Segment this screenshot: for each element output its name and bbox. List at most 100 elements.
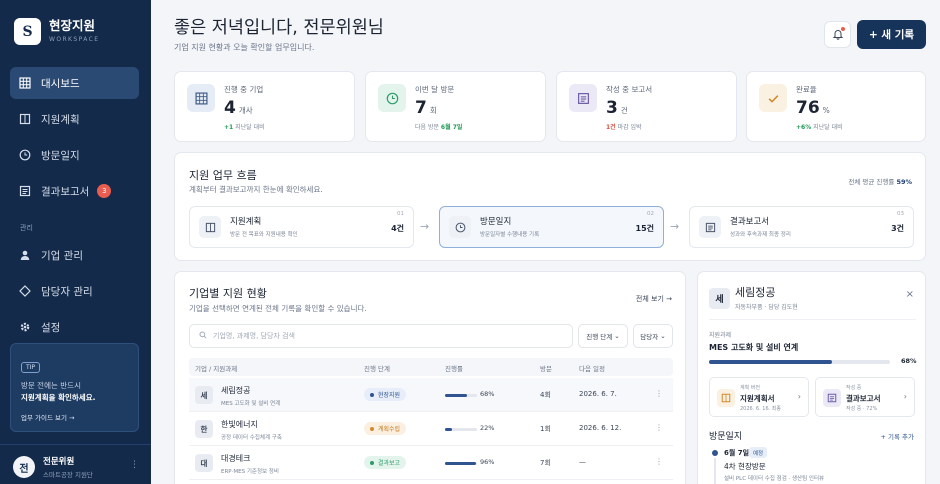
task-progress-percent: 68%	[901, 357, 917, 365]
step-number: 01	[397, 211, 404, 217]
stat-number: 4	[224, 98, 236, 118]
owner-filter-select[interactable]: 담당자 ⌄	[633, 324, 673, 348]
stat-unit: 개사	[238, 106, 253, 115]
new-record-button[interactable]: + 새 기록	[857, 20, 926, 49]
company-task: ERP·MES 기준정보 정비	[221, 469, 279, 475]
avatar: 전	[13, 456, 35, 478]
arrow-right-icon: →	[670, 220, 680, 233]
progress-percent: 22%	[480, 424, 495, 432]
gear-icon	[19, 321, 31, 333]
book-icon	[19, 113, 31, 125]
workflow-title: 지원 업무 흐름	[189, 169, 257, 182]
more-icon[interactable]: ⋮	[655, 457, 663, 466]
more-icon[interactable]: ⋮	[130, 460, 139, 470]
notification-button[interactable]	[824, 21, 851, 48]
filter-label: 담당자	[640, 333, 659, 341]
guide-link[interactable]: 업무 가이드 보기 →	[21, 412, 128, 422]
stat-delta: +1	[224, 124, 234, 131]
more-icon[interactable]: ⋮	[655, 389, 663, 398]
workflow-step-visit[interactable]: 방문일지 방문일자별 수행내용 기록 02 15건	[439, 206, 664, 248]
report-icon	[19, 185, 31, 197]
stat-unit: 회	[429, 106, 437, 115]
nav-item-dashboard[interactable]: 대시보드	[10, 67, 139, 99]
stat-card-visits[interactable]: 이번 달 방문 7회 다음 방문 6월 7일	[365, 71, 546, 142]
column-header[interactable]: 방문	[540, 363, 552, 373]
tip-line: 방문 전에는 반드시	[21, 381, 81, 390]
visit-status-badge: 예정	[749, 447, 768, 458]
view-all-link[interactable]: 전체 보기 →	[636, 294, 672, 304]
nav-section-label: 관리	[20, 224, 33, 232]
app-root: S 현장지원 WORKSPACE 대시보드 지원계획 방문일지 결과보고서 3 …	[0, 0, 940, 484]
nav-item-support-plan[interactable]: 지원계획	[10, 103, 139, 135]
stat-number: 76	[796, 98, 820, 118]
stage-filter-select[interactable]: 진행 단계 ⌄	[578, 324, 628, 348]
column-header[interactable]: 다음 일정	[579, 363, 605, 373]
timeline-line	[714, 458, 716, 484]
nav-label: 담당자 관리	[41, 285, 93, 298]
step-name: 결과보고서	[730, 217, 770, 227]
company-task: 공정 데이터 수집체계 구축	[221, 435, 282, 441]
table-row[interactable]: 한 한빛에너지 공정 데이터 수집체계 구축 계획수립 22% 1회 2026.…	[189, 412, 673, 446]
company-icon: 대	[195, 454, 213, 472]
stage-label: 현장지원	[378, 392, 401, 399]
stat-card-reports[interactable]: 작성 중 보고서 3건 1건 마감 임박	[556, 71, 737, 142]
table-row[interactable]: 대 대경테크 ERP·MES 기준정보 정비 결과보고 96% 7회 — ⋮	[189, 446, 673, 480]
page-subtitle: 기업 지원 현황과 오늘 확인할 업무입니다.	[174, 43, 315, 52]
next-schedule: —	[579, 458, 586, 466]
clock-icon	[19, 149, 31, 161]
doc-label: 계획 버전	[740, 385, 760, 391]
tip-tag: TIP	[21, 362, 41, 373]
workflow-step-plan[interactable]: 지원계획 방문 전 목표와 지원내용 확인 01 4건	[189, 206, 414, 248]
stat-footnote: +1 지난달 대비	[224, 122, 265, 131]
step-name: 지원계획	[230, 217, 262, 227]
stat-next-date: 6월 7일	[440, 124, 463, 131]
close-icon[interactable]: ×	[906, 289, 914, 300]
table-header: 기업 / 지원과제 진행 단계 진행률 방문 다음 일정	[189, 358, 673, 376]
stat-value: 4 개사	[224, 98, 253, 118]
step-number: 02	[647, 211, 654, 217]
workflow-panel: 지원 업무 흐름 계획부터 결과보고까지 한눈에 확인하세요. 전체 평균 진행…	[174, 152, 926, 261]
nav-item-company-manage[interactable]: 기업 관리	[10, 239, 139, 271]
report-icon	[699, 216, 721, 238]
more-icon[interactable]: ⋮	[655, 423, 663, 432]
company-detail-panel: 세 세림정공 자동차부품 · 담당 김도현 × 지원과제 MES 고도화 및 설…	[697, 271, 926, 484]
column-header[interactable]: 진행률	[445, 363, 463, 373]
stage-badge: 현장지원	[364, 388, 407, 401]
visit-name[interactable]: 4차 현장방문	[724, 461, 766, 472]
stat-value: 3건	[606, 98, 628, 118]
progress-percent: 96%	[480, 458, 495, 466]
result-report-card[interactable]: 작성 중 결과보고서 작성 중 · 72% ›	[815, 377, 915, 417]
nav-label: 설정	[41, 321, 61, 334]
support-plan-card[interactable]: 계획 버전 지원계획서 2026. 6. 16. 최종 ›	[709, 377, 809, 417]
workflow-step-report[interactable]: 결과보고서 성과와 후속과제 최종 정리 03 3건	[689, 206, 914, 248]
doc-name: 결과보고서	[846, 394, 881, 403]
stage-label: 계획수립	[378, 426, 401, 433]
visit-date: 6월 7일	[724, 449, 750, 457]
progress-fill	[445, 394, 467, 397]
doc-label: 작성 중	[846, 385, 862, 391]
nav-item-settings[interactable]: 설정	[10, 311, 139, 343]
nav-item-manager-manage[interactable]: 담당자 관리	[10, 275, 139, 307]
task-progress-fill	[709, 360, 833, 364]
stat-card-companies[interactable]: 진행 중 기업 4 개사 +1 지난달 대비	[174, 71, 355, 142]
column-header[interactable]: 진행 단계	[364, 363, 390, 373]
company-name: 세림정공	[221, 386, 251, 395]
app-logo[interactable]: S	[14, 18, 41, 45]
stat-number: 7	[415, 98, 427, 118]
progress-percent: 68%	[480, 390, 495, 398]
add-record-link[interactable]: + 기록 추가	[881, 431, 915, 441]
stat-card-completion[interactable]: 완료율 76% +6% 지난달 대비	[746, 71, 926, 142]
step-count: 3건	[891, 224, 904, 233]
stage-dot	[370, 426, 374, 431]
nav-item-result-report[interactable]: 결과보고서 3	[10, 175, 139, 207]
user-profile[interactable]: 전 전문위원 스마트공장 지원단 ⋮	[0, 444, 151, 484]
book-icon	[199, 216, 221, 238]
task-label: 지원과제	[709, 332, 732, 339]
timeline-dot	[712, 450, 718, 456]
page-title: 좋은 저녁입니다, 전문위원님	[174, 18, 384, 38]
user-role: 스마트공장 지원단	[43, 471, 93, 479]
column-header[interactable]: 기업 / 지원과제	[195, 363, 237, 373]
search-input[interactable]: 기업명, 과제명, 담당자 검색	[189, 324, 573, 348]
nav-item-visit-log[interactable]: 방문일지	[10, 139, 139, 171]
table-row[interactable]: 세 세림정공 MES 고도화 및 설비 연계 현장지원 68% 4회 2026.…	[189, 378, 673, 412]
